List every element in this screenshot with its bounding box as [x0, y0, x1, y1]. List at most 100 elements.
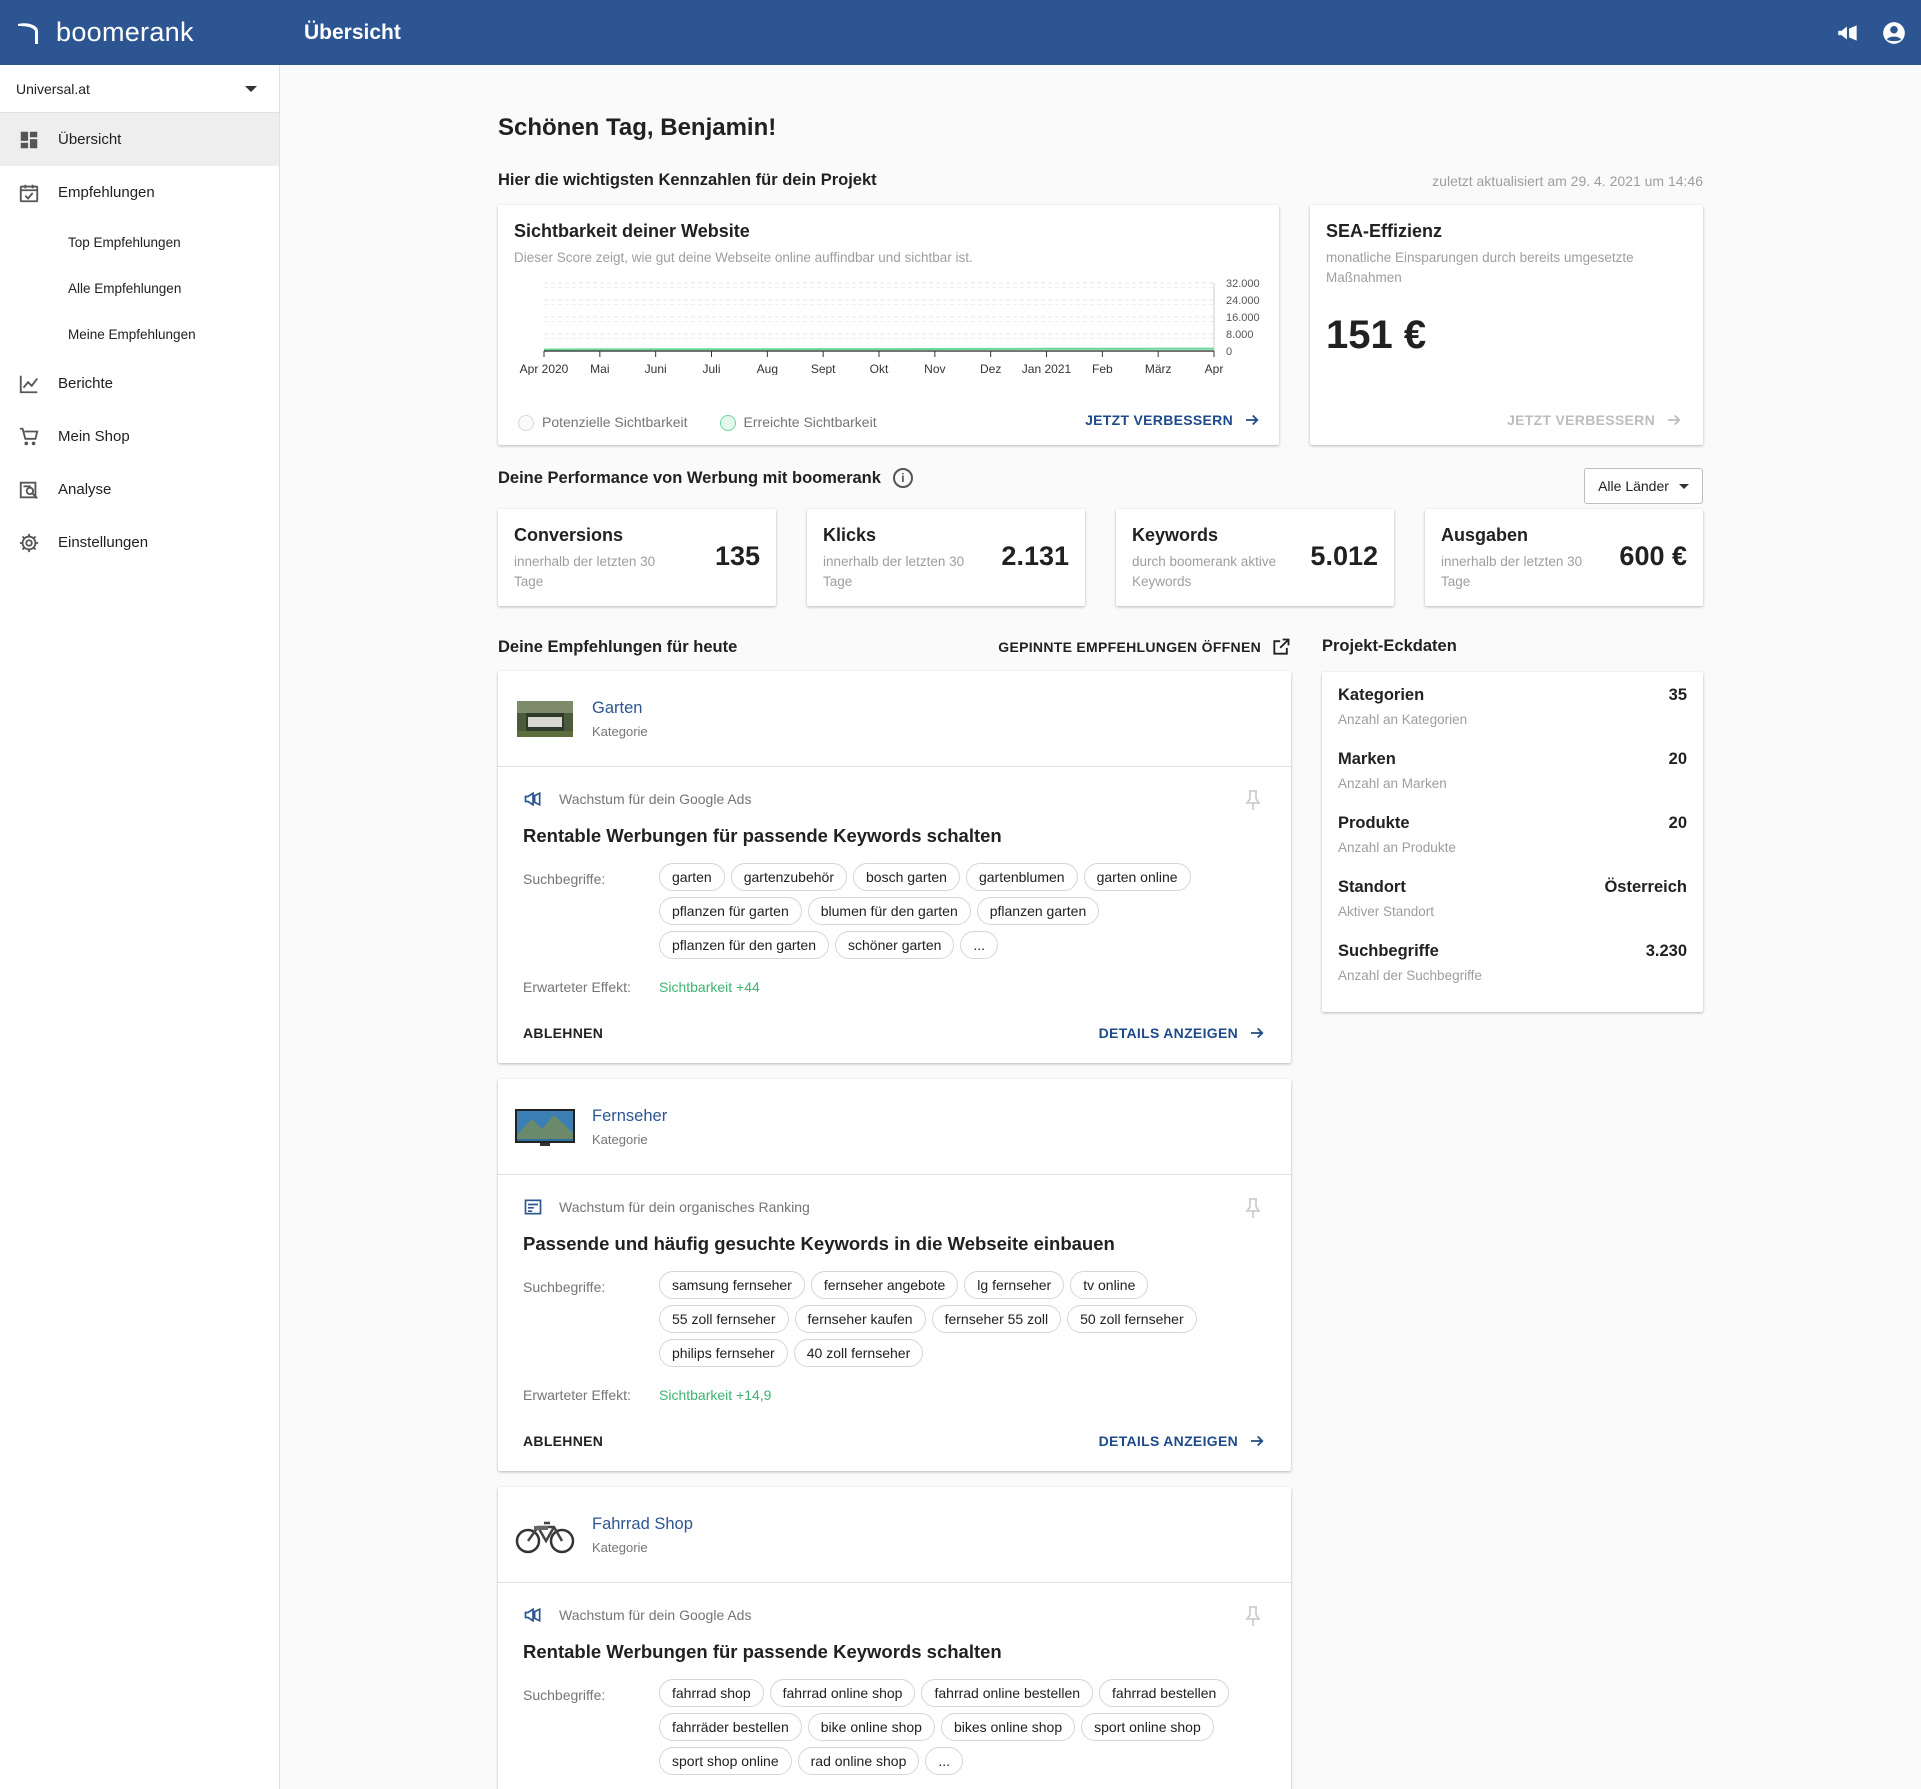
tv-thumbnail[interactable] [514, 1105, 576, 1149]
project-name: Universal.at [16, 80, 90, 97]
metric-sub: durch boomerank aktive Keywords [1132, 554, 1277, 590]
account-icon[interactable] [1881, 20, 1907, 46]
visibility-card: Sichtbarkeit deiner Website Dieser Score… [498, 205, 1279, 445]
keyword-chip[interactable]: garten online [1083, 863, 1191, 891]
more-keywords-chip[interactable]: ... [925, 1747, 964, 1775]
fact-value: 3.230 [1645, 942, 1687, 960]
keyword-chip[interactable]: fahrrad online shop [769, 1679, 916, 1707]
visibility-subtitle: Dieser Score zeigt, wie gut deine Websei… [514, 250, 973, 265]
keyword-chip[interactable]: fernseher 55 zoll [931, 1305, 1062, 1333]
category-link[interactable]: Fahrrad Shop [592, 1515, 693, 1534]
bicycle-thumbnail[interactable] [514, 1513, 576, 1557]
legend-potential[interactable]: Potenzielle Sichtbarkeit [518, 414, 688, 431]
garden-thumbnail[interactable] [514, 697, 576, 741]
sidebar-subitem-alle-empfehlungen[interactable]: Alle Empfehlungen [0, 265, 279, 311]
keyword-chip[interactable]: tv online [1070, 1271, 1149, 1299]
pin-icon[interactable] [1245, 789, 1261, 811]
calendar-check-icon [18, 182, 40, 204]
performance-heading-row: Deine Performance von Werbung mit boomer… [498, 468, 913, 488]
pin-icon[interactable] [1245, 1605, 1261, 1627]
logo[interactable]: boomerank [0, 0, 280, 65]
metric-value: 2.131 [1001, 541, 1069, 571]
keyword-chip[interactable]: 50 zoll fernseher [1067, 1305, 1197, 1333]
sidebar-subitem-top-empfehlungen[interactable]: Top Empfehlungen [0, 219, 279, 265]
info-icon[interactable]: i [892, 468, 913, 488]
keyword-chip[interactable]: fahrrad shop [659, 1679, 764, 1707]
keyword-chip[interactable]: lg fernseher [964, 1271, 1065, 1299]
keyword-chip[interactable]: fernseher angebote [810, 1271, 959, 1299]
keyword-chip[interactable]: pflanzen garten [976, 897, 1100, 925]
article-icon [524, 1199, 542, 1215]
metric-sub: innerhalb der letzten 30 Tage [1441, 554, 1583, 590]
x-tick-label: Aug [757, 362, 778, 375]
sidebar-item-empfehlungen[interactable]: Empfehlungen [0, 166, 279, 219]
keyword-chip[interactable]: gartenblumen [965, 863, 1078, 891]
keyword-chip[interactable]: 55 zoll fernseher [659, 1305, 789, 1333]
sidebar-item-label: Übersicht [58, 131, 122, 148]
keyword-chip[interactable]: sport shop online [659, 1747, 792, 1775]
recommendation-kind: Wachstum für dein Google Ads [559, 1607, 752, 1623]
x-tick-label: Juli [702, 362, 720, 375]
metric-sub: innerhalb der letzten 30 Tage [514, 554, 656, 590]
fact-title: Produkte [1338, 814, 1410, 832]
keyword-chip[interactable]: rad online shop [797, 1747, 920, 1775]
improve-sea-button[interactable]: JETZT VERBESSERN [1507, 411, 1683, 429]
analysis-icon [18, 479, 40, 501]
metric-klicks: Klicks innerhalb der letzten 30 Tage 2.1… [807, 509, 1085, 606]
keyword-chip[interactable]: schöner garten [835, 931, 955, 959]
x-tick-label: Dez [980, 362, 1001, 375]
details-button[interactable]: DETAILS ANZEIGEN [1099, 1024, 1266, 1042]
keyword-chip[interactable]: blumen für den garten [807, 897, 971, 925]
sidebar-item-einstellungen[interactable]: Einstellungen [0, 516, 279, 569]
megaphone-icon [524, 791, 541, 807]
sidebar-item-uebersicht[interactable]: Übersicht [0, 113, 279, 166]
keyword-chip[interactable]: philips fernseher [659, 1339, 788, 1367]
visibility-chart: 32.000 24.000 16.000 8.000 0 Apr 2020 Mai Juni J… [520, 278, 1260, 375]
arrow-right-icon [1251, 1435, 1264, 1447]
open-pinned-button[interactable]: GEPINNTE EMPFEHLUNGEN ÖFFNEN [998, 637, 1291, 657]
fact-suchbegriffe: Suchbegriffe Anzahl der Suchbegriffe 3.2… [1338, 942, 1687, 1006]
keyword-chip[interactable]: bosch garten [853, 863, 960, 891]
sidebar-nav: Übersicht Empfehlungen Top Empfehlungen … [0, 113, 279, 569]
visibility-title: Sichtbarkeit deiner Website [514, 221, 750, 241]
megaphone-icon[interactable] [1835, 20, 1861, 46]
project-facts-card: Kategorien Anzahl an Kategorien 35 Marke… [1322, 672, 1703, 1012]
legend-reached[interactable]: Erreichte Sichtbarkeit [719, 414, 877, 431]
keyword-chip[interactable]: fahrrad bestellen [1099, 1679, 1230, 1707]
country-select[interactable]: Alle Länder [1584, 468, 1703, 504]
project-select[interactable]: Universal.at [0, 65, 279, 113]
recommendation-kind: Wachstum für dein organisches Ranking [559, 1199, 810, 1215]
x-tick-label: Okt [870, 362, 889, 375]
keyword-chip[interactable]: pflanzen für garten [659, 897, 802, 925]
keyword-chip[interactable]: pflanzen für den garten [659, 931, 829, 959]
sidebar-item-label: Mein Shop [58, 428, 130, 445]
performance-heading: Deine Performance von Werbung mit boomer… [498, 468, 881, 487]
sidebar-item-berichte[interactable]: Berichte [0, 357, 279, 410]
keyword-chip[interactable]: samsung fernseher [659, 1271, 805, 1299]
fact-sub: Anzahl an Kategorien [1338, 712, 1468, 727]
reject-button[interactable]: ABLEHNEN [523, 1433, 603, 1449]
keyword-chip[interactable]: gartenzubehör [730, 863, 847, 891]
category-link[interactable]: Fernseher [592, 1107, 667, 1126]
pin-icon[interactable] [1245, 1197, 1261, 1219]
y-tick-label: 0 [1226, 346, 1232, 358]
sidebar-subitem-meine-empfehlungen[interactable]: Meine Empfehlungen [0, 311, 279, 357]
sidebar-item-analyse[interactable]: Analyse [0, 463, 279, 516]
keyword-chip[interactable]: bike online shop [807, 1713, 935, 1741]
more-keywords-chip[interactable]: ... [960, 931, 999, 959]
keyword-chip[interactable]: bikes online shop [940, 1713, 1076, 1741]
details-button[interactable]: DETAILS ANZEIGEN [1099, 1432, 1266, 1450]
keyword-chip[interactable]: fernseher kaufen [794, 1305, 926, 1333]
keyword-chip[interactable]: sport online shop [1081, 1713, 1214, 1741]
sidebar-item-mein-shop[interactable]: Mein Shop [0, 410, 279, 463]
keyword-chip[interactable]: fahrräder bestellen [659, 1713, 802, 1741]
keyword-chip[interactable]: garten [659, 863, 725, 891]
keyword-chip[interactable]: fahrrad online bestellen [921, 1679, 1094, 1707]
category-link[interactable]: Garten [592, 699, 648, 718]
sea-value: 151 € [1326, 313, 1427, 357]
improve-visibility-button[interactable]: JETZT VERBESSERN [1085, 411, 1261, 429]
kpi-heading: Hier die wichtigsten Kennzahlen für dein… [498, 171, 877, 189]
reject-button[interactable]: ABLEHNEN [523, 1025, 603, 1041]
sidebar: Universal.at Übersicht Empfehlungen Top … [0, 65, 280, 1789]
keyword-chip[interactable]: 40 zoll fernseher [793, 1339, 924, 1367]
